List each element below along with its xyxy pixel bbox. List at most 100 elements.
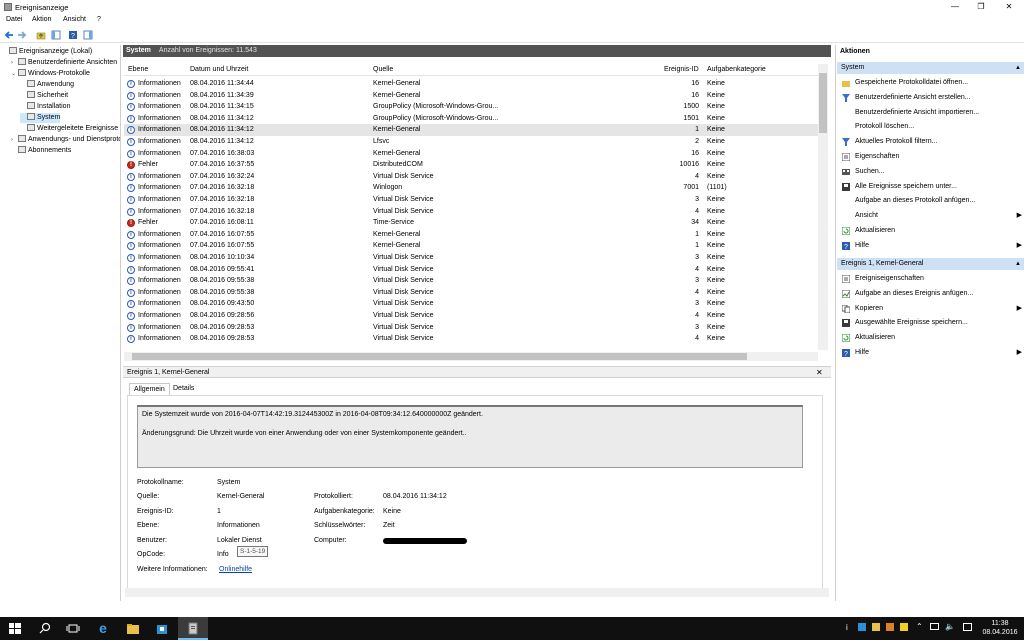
action-item[interactable]: Benutzerdefinierte Ansicht erstellen... [838,91,1022,105]
expand-arrow-icon[interactable]: › [11,135,18,145]
column-datum[interactable]: Datum und Uhrzeit [190,64,248,76]
event-row[interactable]: i Informationen 08.04.2016 09:28:53 Virtual… [124,322,818,334]
close-detail-icon[interactable]: ✕ [816,367,823,378]
forward-icon[interactable] [17,30,27,40]
show-hide-console-tree-icon[interactable] [51,30,61,40]
action-item[interactable]: ? Hilfe ▶ [838,346,1022,360]
event-list-vertical-scrollbar[interactable] [818,64,828,350]
action-item[interactable]: ? Hilfe ▶ [838,239,1022,253]
info-icon[interactable]: i [846,623,848,632]
notifications-icon[interactable] [963,623,972,631]
action-item[interactable]: Protokoll löschen... [838,120,1022,134]
event-row[interactable]: i Informationen 08.04.2016 11:34:12 Lfsvc 2 K… [124,136,818,148]
up-folder-icon[interactable] [36,30,46,40]
tray-icon-1[interactable] [858,623,866,631]
event-row[interactable]: i Informationen 07.04.2016 16:32:18 Winlogo… [124,182,818,194]
column-quelle[interactable]: Quelle [373,64,393,76]
event-row[interactable]: i Informationen 08.04.2016 11:34:12 GroupPo… [124,113,818,125]
tree-item[interactable]: ⌄ Windows-Protokolle [11,69,90,79]
menu-aktion[interactable]: Aktion [32,16,51,23]
minimize-button[interactable]: — [942,0,968,14]
action-item[interactable]: Benutzerdefinierte Ansicht importieren..… [838,106,1022,120]
network-icon[interactable] [930,623,939,630]
event-row[interactable]: ! Fehler 07.04.2016 16:37:55 DistributedCOM… [124,159,818,171]
event-row[interactable]: i Informationen 08.04.2016 09:28:53 Virtual… [124,333,818,345]
event-row[interactable]: i Informationen 08.04.2016 09:55:41 Virtual… [124,264,818,276]
action-item[interactable]: Aufgabe an dieses Ereignis anfügen... [838,287,1022,301]
event-row[interactable]: i Informationen 08.04.2016 10:10:34 Virtual… [124,252,818,264]
tree-item[interactable]: System [20,113,61,123]
action-item[interactable]: Aktuelles Protokoll filtern... [838,135,1022,149]
event-row[interactable]: i Informationen 08.04.2016 11:34:15 GroupPo… [124,101,818,113]
action-item[interactable]: Eigenschaften [838,150,1022,164]
tray-icon-4[interactable] [900,623,908,631]
detail-horizontal-scrollbar[interactable] [125,588,829,597]
collapse-icon[interactable]: ▲ [1015,258,1021,270]
tree-item[interactable]: Anwendung [20,80,74,90]
windows-start-icon[interactable] [8,622,22,635]
tree-item[interactable]: Ereignisanzeige (Lokal) [2,47,92,57]
column-aufgabenkategorie[interactable]: Aufgabenkategorie [707,64,766,76]
menu-help[interactable]: ? [97,16,101,23]
expand-arrow-icon[interactable]: › [11,58,18,68]
actions-section-system[interactable]: System ▲ [837,62,1024,74]
event-row[interactable]: i Informationen 07.04.2016 16:07:55 Kernel-… [124,229,818,241]
tree-item[interactable]: Weitergeleitete Ereignisse [20,124,118,134]
event-row[interactable]: i Informationen 07.04.2016 16:07:55 Kernel-… [124,240,818,252]
action-item[interactable]: Alle Ereignisse speichern unter... [838,180,1022,194]
menu-ansicht[interactable]: Ansicht [63,16,86,23]
actions-section-event[interactable]: Ereignis 1, Kernel-General ▲ [837,258,1024,270]
action-item[interactable]: Aufgabe an dieses Protokoll anfügen... [838,194,1022,208]
tree-item[interactable]: Abonnements [11,146,71,156]
action-item[interactable]: Suchen... [838,165,1022,179]
file-explorer-icon[interactable] [126,622,140,635]
tray-icon-2[interactable] [872,623,880,631]
maximize-button[interactable]: ❐ [968,0,994,14]
search-icon[interactable] [38,622,52,635]
event-row[interactable]: i Informationen 08.04.2016 09:55:38 Virtual… [124,275,818,287]
store-icon[interactable] [155,622,169,635]
back-icon[interactable] [4,30,14,40]
tree-item[interactable]: › Anwendungs- und Dienstprotokolle [11,135,120,145]
taskbar-active-app[interactable] [178,617,208,640]
column-ebene[interactable]: Ebene [128,64,148,76]
action-item[interactable]: Kopieren ▶ [838,302,1022,316]
event-row[interactable]: i Informationen 08.04.2016 11:34:44 Kernel-… [124,78,818,90]
volume-icon[interactable]: 🔈 [945,622,955,631]
column-ereignis-id[interactable]: Ereignis-ID [664,64,699,76]
event-row[interactable]: i Informationen 07.04.2016 16:32:18 Virtual… [124,206,818,218]
event-row[interactable]: i Informationen 08.04.2016 11:34:39 Kernel-… [124,90,818,102]
help-toolbar-icon[interactable]: ? [68,30,78,40]
action-item[interactable]: Ansicht ▶ [838,209,1022,223]
tab-allgemein[interactable]: Allgemein [129,383,170,395]
event-row[interactable]: i Informationen 07.04.2016 16:38:03 Kernel-… [124,148,818,160]
expand-arrow-icon[interactable]: ⌄ [11,69,18,79]
event-row[interactable]: i Informationen 07.04.2016 16:32:18 Virtual… [124,194,818,206]
action-item[interactable]: Gespeicherte Protokolldatei öffnen... [838,76,1022,90]
event-message-box[interactable]: Die Systemzeit wurde von 2016-04-07T14:4… [137,405,803,468]
action-item[interactable]: Ausgewählte Ereignisse speichern... [838,316,1022,330]
onlinehilfe-link[interactable]: Onlinehilfe [219,566,252,573]
event-row[interactable]: ! Fehler 07.04.2016 16:08:11 Time-Service 34… [124,217,818,229]
event-row[interactable]: i Informationen 08.04.2016 09:55:38 Virtual… [124,287,818,299]
action-item[interactable]: Aktualisieren [838,331,1022,345]
tab-details[interactable]: Details [169,383,198,395]
tree-item[interactable]: › Benutzerdefinierte Ansichten [11,58,117,68]
close-window-button[interactable]: ✕ [996,0,1022,14]
task-view-icon[interactable] [66,622,80,635]
tray-icon-3[interactable] [886,623,894,631]
show-hide-action-pane-icon[interactable] [83,30,93,40]
clock[interactable]: 11:38 08.04.2016 [980,619,1020,637]
tree-item[interactable]: Installation [20,102,70,112]
action-item[interactable]: Aktualisieren [838,224,1022,238]
menu-datei[interactable]: Datei [6,16,22,23]
action-item[interactable]: Ereigniseigenschaften [838,272,1022,286]
tree-item[interactable]: Sicherheit [20,91,68,101]
event-row[interactable]: i Informationen 08.04.2016 09:43:50 Virtual… [124,298,818,310]
event-row[interactable]: i Informationen 07.04.2016 16:32:24 Virtual… [124,171,818,183]
event-row[interactable]: i Informationen 08.04.2016 09:28:56 Virtual… [124,310,818,322]
show-hidden-icons[interactable]: ⌃ [916,622,923,631]
event-list-horizontal-scrollbar[interactable] [124,352,818,361]
event-row[interactable]: i Informationen 08.04.2016 11:34:12 Kernel-… [124,124,818,136]
edge-browser-icon[interactable]: e [96,621,110,635]
